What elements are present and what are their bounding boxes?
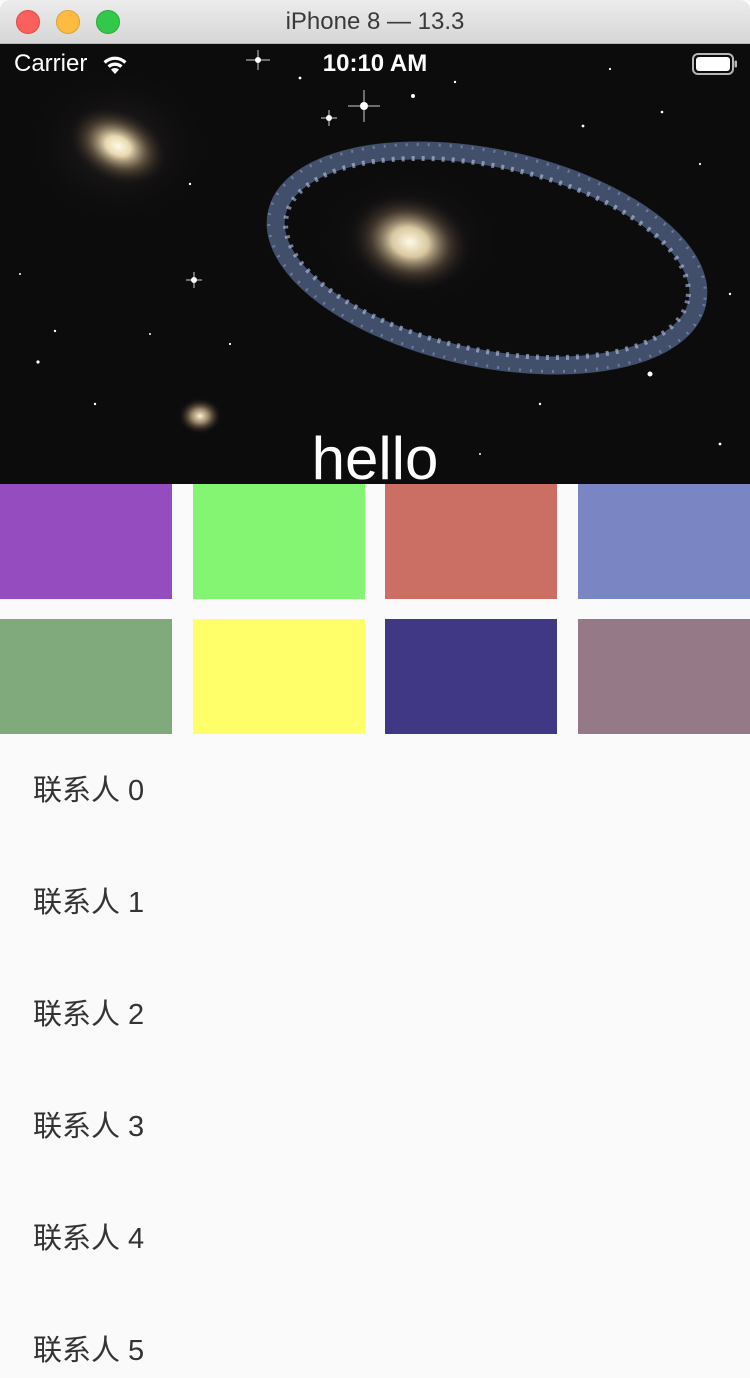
window-title: iPhone 8 — 13.3 <box>285 8 465 35</box>
color-tile[interactable] <box>578 484 750 599</box>
color-tile[interactable] <box>193 484 365 599</box>
contact-name: 联系人 0 <box>33 775 145 807</box>
color-tile[interactable] <box>578 619 750 734</box>
window-titlebar: iPhone 8 — 13.3 <box>0 0 750 44</box>
list-item[interactable]: 联系人 3 <box>0 1069 750 1181</box>
list-item[interactable]: 联系人 5 <box>0 1293 750 1378</box>
list-item[interactable]: 联系人 1 <box>0 845 750 957</box>
status-time: 10:10 AM <box>322 50 428 77</box>
header-image: hello <box>0 44 750 484</box>
color-tile[interactable] <box>0 619 172 734</box>
battery-icon <box>692 53 737 75</box>
contact-name: 联系人 4 <box>33 1223 145 1255</box>
list-item[interactable]: 联系人 2 <box>0 957 750 1069</box>
galaxy-image <box>0 44 750 484</box>
color-tile[interactable] <box>193 619 365 734</box>
color-grid <box>0 484 750 734</box>
list-item[interactable]: 联系人 0 <box>0 733 750 845</box>
contact-list: 联系人 0 联系人 1 联系人 2 联系人 3 联系人 4 联系人 5 <box>0 733 750 1378</box>
contact-name: 联系人 2 <box>33 999 145 1031</box>
header-title: hello <box>311 425 439 484</box>
simulator-window: iPhone 8 — 13.3 hello Carrier 10:10 AM 联… <box>0 0 750 1378</box>
contact-name: 联系人 5 <box>33 1335 145 1367</box>
list-item[interactable]: 联系人 4 <box>0 1181 750 1293</box>
contact-name: 联系人 1 <box>33 887 145 919</box>
color-tile[interactable] <box>385 619 557 734</box>
color-tile[interactable] <box>385 484 557 599</box>
contact-name: 联系人 3 <box>33 1111 145 1143</box>
status-bar: Carrier 10:10 AM <box>0 44 750 84</box>
color-tile[interactable] <box>0 484 172 599</box>
